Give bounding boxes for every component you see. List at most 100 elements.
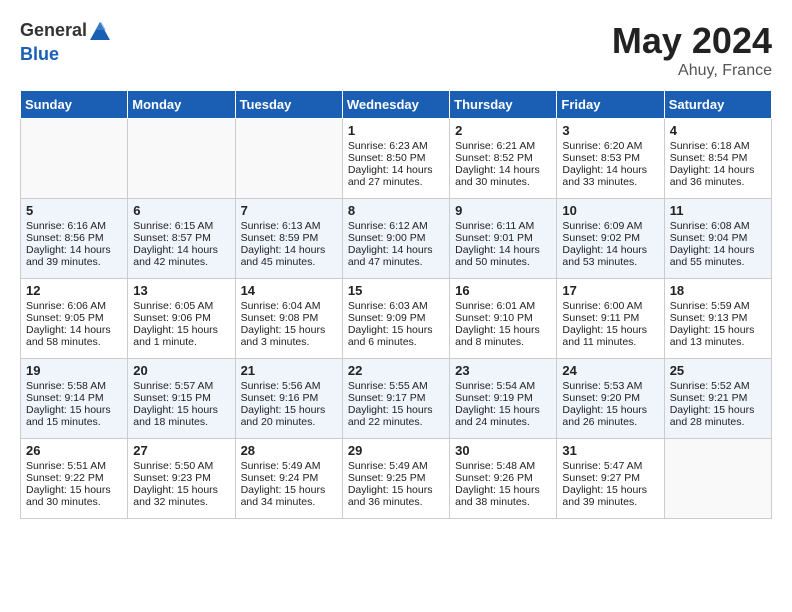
day-info-line: Sunrise: 6:11 AM bbox=[455, 220, 551, 232]
day-info-line: and 36 minutes. bbox=[670, 176, 766, 188]
day-info-line: Sunrise: 6:18 AM bbox=[670, 140, 766, 152]
calendar-day: 12Sunrise: 6:06 AMSunset: 9:05 PMDayligh… bbox=[21, 279, 128, 359]
day-info-line: Daylight: 15 hours bbox=[348, 484, 444, 496]
calendar-day: 18Sunrise: 5:59 AMSunset: 9:13 PMDayligh… bbox=[664, 279, 771, 359]
day-info-line: and 22 minutes. bbox=[348, 416, 444, 428]
column-header-thursday: Thursday bbox=[450, 91, 557, 119]
day-info-line: Sunset: 8:50 PM bbox=[348, 152, 444, 164]
day-number: 29 bbox=[348, 443, 444, 458]
calendar-day: 24Sunrise: 5:53 AMSunset: 9:20 PMDayligh… bbox=[557, 359, 664, 439]
day-number: 18 bbox=[670, 283, 766, 298]
day-info-line: Daylight: 15 hours bbox=[133, 484, 229, 496]
day-info-line: Daylight: 14 hours bbox=[26, 244, 122, 256]
title-area: May 2024 Ahuy, France bbox=[612, 20, 772, 80]
day-number: 11 bbox=[670, 203, 766, 218]
day-info-line: Daylight: 14 hours bbox=[562, 244, 658, 256]
day-info-line: Sunset: 9:01 PM bbox=[455, 232, 551, 244]
day-number: 24 bbox=[562, 363, 658, 378]
day-info-line: Daylight: 14 hours bbox=[348, 164, 444, 176]
day-number: 4 bbox=[670, 123, 766, 138]
day-info-line: and 53 minutes. bbox=[562, 256, 658, 268]
day-info-line: Sunrise: 5:56 AM bbox=[241, 380, 337, 392]
calendar-day: 9Sunrise: 6:11 AMSunset: 9:01 PMDaylight… bbox=[450, 199, 557, 279]
calendar-day: 17Sunrise: 6:00 AMSunset: 9:11 PMDayligh… bbox=[557, 279, 664, 359]
calendar-day: 19Sunrise: 5:58 AMSunset: 9:14 PMDayligh… bbox=[21, 359, 128, 439]
day-number: 14 bbox=[241, 283, 337, 298]
calendar-day: 7Sunrise: 6:13 AMSunset: 8:59 PMDaylight… bbox=[235, 199, 342, 279]
day-info-line: Daylight: 15 hours bbox=[455, 404, 551, 416]
calendar-day: 8Sunrise: 6:12 AMSunset: 9:00 PMDaylight… bbox=[342, 199, 449, 279]
day-info-line: Sunset: 9:00 PM bbox=[348, 232, 444, 244]
day-number: 21 bbox=[241, 363, 337, 378]
day-number: 19 bbox=[26, 363, 122, 378]
column-header-tuesday: Tuesday bbox=[235, 91, 342, 119]
calendar-week-row: 26Sunrise: 5:51 AMSunset: 9:22 PMDayligh… bbox=[21, 439, 772, 519]
day-info-line: Sunset: 9:15 PM bbox=[133, 392, 229, 404]
calendar-day bbox=[21, 119, 128, 199]
day-info-line: Sunrise: 5:58 AM bbox=[26, 380, 122, 392]
day-number: 17 bbox=[562, 283, 658, 298]
day-info-line: Sunrise: 6:05 AM bbox=[133, 300, 229, 312]
calendar-day: 22Sunrise: 5:55 AMSunset: 9:17 PMDayligh… bbox=[342, 359, 449, 439]
day-info-line: and 26 minutes. bbox=[562, 416, 658, 428]
day-info-line: Sunset: 9:21 PM bbox=[670, 392, 766, 404]
day-info-line: Daylight: 15 hours bbox=[670, 404, 766, 416]
day-info-line: Daylight: 15 hours bbox=[348, 324, 444, 336]
day-info-line: Sunset: 9:09 PM bbox=[348, 312, 444, 324]
day-info-line: and 38 minutes. bbox=[455, 496, 551, 508]
day-info-line: and 27 minutes. bbox=[348, 176, 444, 188]
day-info-line: Daylight: 15 hours bbox=[348, 404, 444, 416]
calendar-day: 2 Sunrise: 6:21 AMSunset: 8:52 PMDaylight… bbox=[450, 119, 557, 199]
day-info-line: Sunrise: 5:49 AM bbox=[241, 460, 337, 472]
page-header: General Blue May 2024 Ahuy, France bbox=[20, 20, 772, 80]
day-info-line: and 32 minutes. bbox=[133, 496, 229, 508]
day-info-line: Daylight: 15 hours bbox=[455, 324, 551, 336]
calendar-header-row: SundayMondayTuesdayWednesdayThursdayFrid… bbox=[21, 91, 772, 119]
calendar-day: 14Sunrise: 6:04 AMSunset: 9:08 PMDayligh… bbox=[235, 279, 342, 359]
day-info-line: Daylight: 14 hours bbox=[348, 244, 444, 256]
day-info-line: and 1 minute. bbox=[133, 336, 229, 348]
day-number: 31 bbox=[562, 443, 658, 458]
column-header-sunday: Sunday bbox=[21, 91, 128, 119]
day-info-line: Sunrise: 6:06 AM bbox=[26, 300, 122, 312]
day-number: 15 bbox=[348, 283, 444, 298]
day-info-line: Daylight: 15 hours bbox=[241, 404, 337, 416]
day-info-line: and 15 minutes. bbox=[26, 416, 122, 428]
day-info-line: Daylight: 14 hours bbox=[670, 244, 766, 256]
day-info-line: Daylight: 15 hours bbox=[455, 484, 551, 496]
day-info-line: Sunrise: 6:23 AM bbox=[348, 140, 444, 152]
calendar-day: 15Sunrise: 6:03 AMSunset: 9:09 PMDayligh… bbox=[342, 279, 449, 359]
day-info-line: Sunrise: 6:04 AM bbox=[241, 300, 337, 312]
day-info-line: Sunset: 9:04 PM bbox=[670, 232, 766, 244]
day-info-line: Daylight: 15 hours bbox=[241, 484, 337, 496]
logo-general: General bbox=[20, 20, 87, 40]
day-info-line: Daylight: 14 hours bbox=[455, 164, 551, 176]
day-info-line: Sunrise: 5:49 AM bbox=[348, 460, 444, 472]
calendar-day: 20Sunrise: 5:57 AMSunset: 9:15 PMDayligh… bbox=[128, 359, 235, 439]
calendar-day bbox=[235, 119, 342, 199]
day-info-line: Sunset: 8:57 PM bbox=[133, 232, 229, 244]
day-info-line: Sunset: 8:53 PM bbox=[562, 152, 658, 164]
day-number: 12 bbox=[26, 283, 122, 298]
day-info-line: Sunrise: 5:50 AM bbox=[133, 460, 229, 472]
day-info-line: and 11 minutes. bbox=[562, 336, 658, 348]
day-info-line: and 6 minutes. bbox=[348, 336, 444, 348]
day-info-line: Sunset: 9:11 PM bbox=[562, 312, 658, 324]
day-info-line: Sunset: 9:27 PM bbox=[562, 472, 658, 484]
day-info-line: Sunset: 8:52 PM bbox=[455, 152, 551, 164]
day-info-line: Daylight: 15 hours bbox=[26, 484, 122, 496]
day-info-line: Sunset: 8:59 PM bbox=[241, 232, 337, 244]
day-info-line: Daylight: 14 hours bbox=[455, 244, 551, 256]
day-number: 27 bbox=[133, 443, 229, 458]
day-info-line: Sunset: 9:16 PM bbox=[241, 392, 337, 404]
day-info-line: and 50 minutes. bbox=[455, 256, 551, 268]
day-info-line: and 42 minutes. bbox=[133, 256, 229, 268]
day-number: 2 bbox=[455, 123, 551, 138]
calendar-day: 31Sunrise: 5:47 AMSunset: 9:27 PMDayligh… bbox=[557, 439, 664, 519]
day-info-line: Sunrise: 6:21 AM bbox=[455, 140, 551, 152]
day-number: 13 bbox=[133, 283, 229, 298]
day-number: 6 bbox=[133, 203, 229, 218]
day-info-line: Sunset: 8:56 PM bbox=[26, 232, 122, 244]
day-info-line: and 47 minutes. bbox=[348, 256, 444, 268]
calendar-day: 23Sunrise: 5:54 AMSunset: 9:19 PMDayligh… bbox=[450, 359, 557, 439]
